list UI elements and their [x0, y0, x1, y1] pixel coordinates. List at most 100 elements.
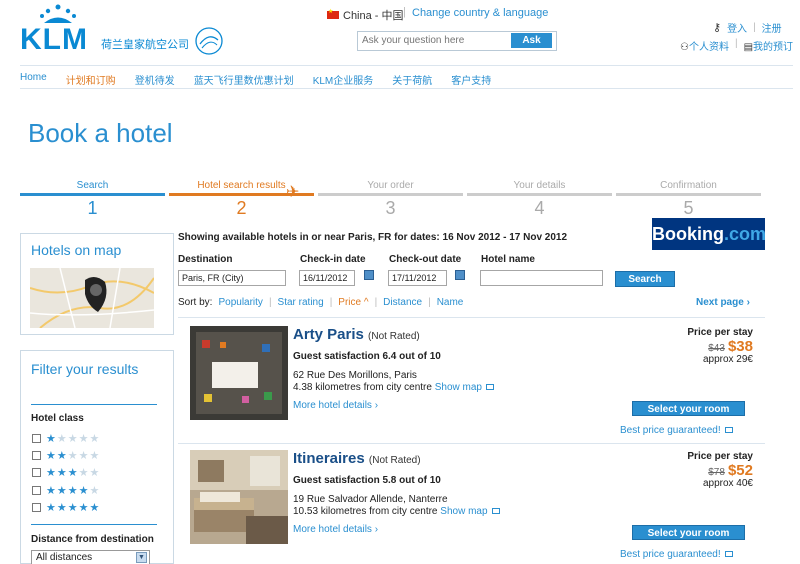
hotel-rating-text: (Not Rated) [368, 331, 420, 342]
checkin-label: Check-in date [300, 254, 366, 265]
klm-logo-chinese: 荷兰皇家航空公司 [101, 39, 189, 51]
star-filter-2[interactable]: ★★★★★ [32, 449, 100, 462]
calendar-icon[interactable] [364, 270, 374, 280]
map-title: Hotels on map [31, 242, 122, 258]
hotel-photo[interactable] [190, 450, 288, 544]
step-bar [616, 193, 761, 196]
sort-bar: Sort by: Popularity | Star rating | Pric… [178, 297, 463, 308]
hotels-map-thumbnail[interactable] [30, 268, 154, 328]
star-filter-4[interactable]: ★★★★★ [32, 484, 100, 497]
nav-item-corporate[interactable]: KLM企业服务 [313, 72, 374, 87]
step-label: Search [76, 180, 109, 191]
hotel-name[interactable]: Arty Paris (Not Rated) [293, 326, 420, 343]
nav-item-flying-blue[interactable]: 蓝天飞行里数优惠计划 [194, 72, 294, 87]
hotel-photo[interactable] [190, 326, 288, 420]
hotel-class-heading: Hotel class [31, 413, 84, 424]
divider: | [329, 297, 333, 308]
distance-heading: Distance from destination [31, 534, 154, 545]
step-order: Your order 3 [318, 180, 463, 219]
more-details-link[interactable]: More hotel details › [293, 524, 378, 535]
login-link[interactable]: 登入 [727, 20, 747, 35]
change-country-link[interactable]: Change country & language [412, 7, 548, 19]
sort-name[interactable]: Name [437, 297, 464, 308]
star-checkbox[interactable] [32, 468, 41, 477]
country-selector[interactable]: China - 中国 [327, 7, 404, 23]
hotel-name-text: Itineraires [293, 450, 365, 467]
step-number: 3 [385, 198, 396, 218]
results-summary: Showing available hotels in or near Pari… [178, 232, 568, 243]
divider: | [268, 297, 272, 308]
my-bookings-label: 我的预订 [753, 42, 794, 53]
divider [31, 524, 157, 525]
step-number: 5 [683, 198, 694, 218]
old-price: $43 [708, 343, 725, 354]
select-room-button[interactable]: Select your room [632, 401, 745, 416]
nav-item-home[interactable]: Home [20, 72, 47, 87]
register-link[interactable]: 注册 [762, 20, 782, 35]
my-bookings-link[interactable]: ▤我的预订 [744, 38, 793, 53]
star-rating-icon: ★★★★★ [46, 467, 101, 479]
star-checkbox[interactable] [32, 434, 41, 443]
sort-star-rating[interactable]: Star rating [278, 297, 324, 308]
guest-satisfaction: Guest satisfaction 6.4 out of 10 [293, 351, 441, 362]
search-button[interactable]: Search [615, 271, 675, 287]
hotel-distance: 4.38 kilometres from city centre [293, 382, 432, 393]
step-search: Search 1 [20, 180, 165, 219]
star-filter-5[interactable]: ★★★★★ [32, 501, 100, 514]
checkout-input[interactable]: 17/11/2012 [388, 270, 447, 286]
price: $43 $38 [660, 338, 753, 355]
hotel-name-label: Hotel name [481, 254, 535, 265]
destination-input[interactable]: Paris, FR (City) [178, 270, 286, 286]
step-bar [467, 193, 612, 196]
divider [20, 88, 793, 89]
select-room-button[interactable]: Select your room [632, 525, 745, 540]
calendar-icon[interactable] [455, 270, 465, 280]
checkout-label: Check-out date [389, 254, 462, 265]
nav-item-plan-and-book[interactable]: 计划和订购 [66, 72, 116, 87]
step-label: Your details [513, 180, 566, 191]
price-label: Price per stay [687, 327, 753, 338]
hotel-distance-row: 10.53 kilometres from city centre Show m… [293, 506, 500, 518]
sort-label: Sort by: [178, 297, 213, 308]
next-page-link[interactable]: Next page › [696, 297, 750, 308]
best-price-link[interactable]: Best price guaranteed! [620, 549, 721, 560]
star-checkbox[interactable] [32, 503, 41, 512]
nav-item-check-in[interactable]: 登机待发 [135, 72, 175, 87]
best-price-link[interactable]: Best price guaranteed! [620, 425, 721, 436]
booking-logo-suffix: .com [724, 224, 767, 244]
sort-price[interactable]: Price ^ [338, 297, 368, 308]
external-link-icon [485, 384, 494, 391]
old-price: $78 [708, 467, 725, 478]
klm-logo[interactable]: KLM [20, 23, 88, 57]
distance-select[interactable]: All distances [31, 550, 150, 564]
nav-item-support[interactable]: 客户支持 [451, 72, 491, 87]
divider: | [374, 297, 378, 308]
approx-price: approx 29€ [702, 354, 753, 365]
chevron-down-icon[interactable]: ▼ [136, 552, 147, 563]
star-checkbox[interactable] [32, 486, 41, 495]
star-rating-icon: ★★★★★ [46, 485, 101, 497]
external-link-icon [724, 551, 733, 558]
help-search-input[interactable] [362, 35, 474, 46]
sort-popularity[interactable]: Popularity [218, 297, 262, 308]
hotel-name[interactable]: Itineraires (Not Rated) [293, 450, 421, 467]
checkin-input[interactable]: 16/11/2012 [299, 270, 355, 286]
hotel-name-input[interactable] [480, 270, 603, 286]
sort-distance[interactable]: Distance [383, 297, 422, 308]
approx-price: approx 40€ [702, 478, 753, 489]
china-flag-icon [327, 8, 339, 19]
profile-link[interactable]: ⚇个人资料 [680, 38, 729, 53]
more-details-link[interactable]: More hotel details › [293, 400, 378, 411]
document-icon: ▤ [743, 42, 754, 53]
show-map-link[interactable]: Show map [435, 382, 482, 393]
show-map-link[interactable]: Show map [440, 506, 487, 517]
star-filter-1[interactable]: ★★★★★ [32, 432, 100, 445]
star-filter-3[interactable]: ★★★★★ [32, 466, 100, 479]
account-links: ⚇个人资料 | ▤我的预订 [680, 38, 793, 53]
star-checkbox[interactable] [32, 451, 41, 460]
step-bar [20, 193, 165, 196]
hotel-address: 62 Rue Des Morillons, Paris [293, 370, 417, 381]
external-link-icon [724, 427, 733, 434]
ask-button[interactable]: Ask [511, 33, 552, 48]
nav-item-about[interactable]: 关于荷航 [392, 72, 432, 87]
